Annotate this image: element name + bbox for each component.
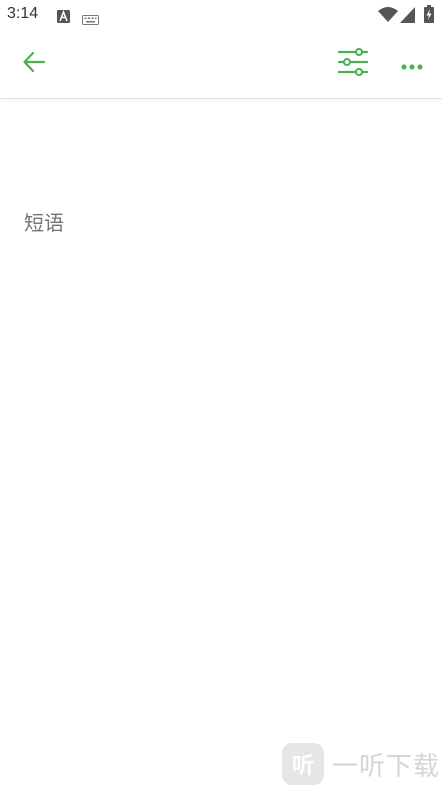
a-badge-icon [57, 8, 70, 27]
wifi-icon [378, 7, 398, 27]
keyboard-icon [82, 10, 99, 29]
watermark-logo: 听 [282, 743, 324, 785]
arrow-left-icon [23, 51, 46, 76]
signal-icon [400, 7, 415, 27]
filter-button[interactable] [333, 44, 373, 84]
status-time: 3:14 [7, 5, 39, 22]
toolbar [0, 30, 442, 99]
watermark: 听 一听下载 [282, 743, 440, 785]
battery-charging-icon [424, 5, 434, 27]
more-horizontal-icon [401, 55, 423, 74]
sliders-icon [337, 48, 369, 80]
phrase-input[interactable] [24, 211, 418, 235]
more-options-button[interactable] [392, 44, 432, 84]
status-bar: 3:14 [0, 0, 442, 30]
back-button[interactable] [14, 44, 54, 84]
watermark-text: 一听下载 [332, 751, 441, 782]
editor-area [0, 99, 442, 785]
